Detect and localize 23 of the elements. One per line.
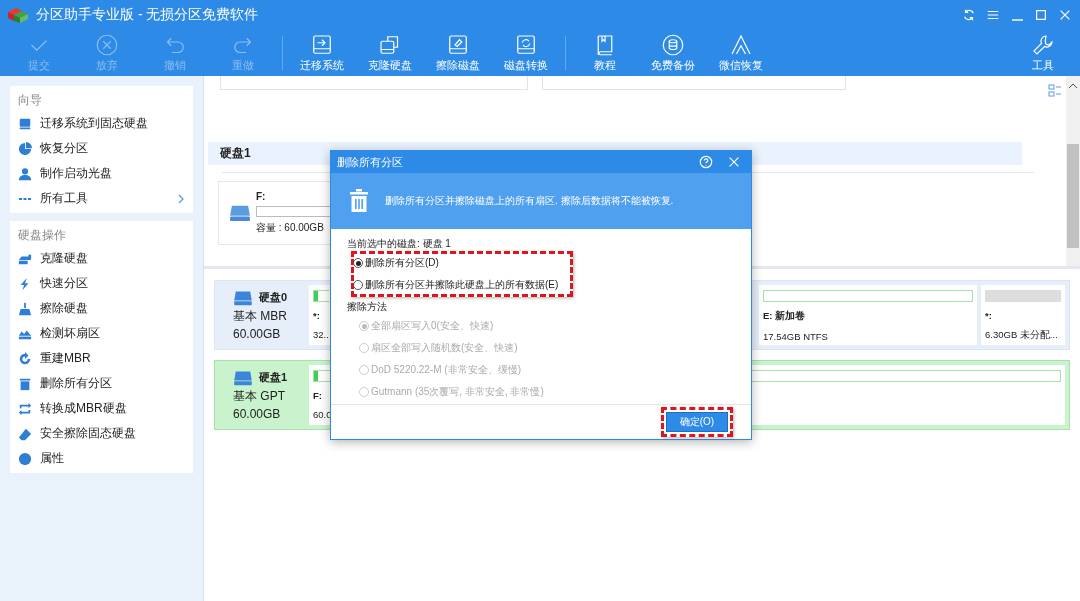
current-disk-label: 当前选中的磁盘: 硬盘 1 <box>347 237 452 251</box>
partition-name: F: <box>313 390 322 401</box>
partition-info: 32.. <box>313 329 329 340</box>
partition-name: F: <box>256 191 267 202</box>
partition-info: 6.30GB 未分配... <box>985 329 1058 342</box>
section-heading: 硬盘操作 <box>18 227 67 244</box>
disk-name: 硬盘0 <box>259 290 288 305</box>
partition-name: E: 新加卷 <box>763 310 806 323</box>
disk-type: 基本 GPT <box>233 387 286 405</box>
disk-title: 硬盘1 <box>220 145 251 162</box>
warning-text: 删除所有分区并擦除磁盘上的所有扇区. 擦除后数据将不能被恢复. <box>385 194 674 208</box>
partition-name: *: <box>313 310 320 321</box>
disk-name: 硬盘1 <box>259 370 288 385</box>
partition-name: *: <box>985 310 992 321</box>
dialog-title: 删除所有分区 <box>337 154 404 170</box>
window-title: 分区助手专业版 - 无损分区免费软件 <box>36 6 259 24</box>
disk-type: 基本 MBR <box>233 307 288 325</box>
disk-size: 60.00GB <box>233 406 282 421</box>
disk-size: 60.00GB <box>233 326 282 341</box>
partition-info: 17.54GB NTFS <box>763 331 828 342</box>
method-heading: 擦除方法 <box>347 300 388 314</box>
section-heading: 向导 <box>18 92 43 109</box>
capacity-text: 容量 : 60.00GB <box>256 221 324 235</box>
